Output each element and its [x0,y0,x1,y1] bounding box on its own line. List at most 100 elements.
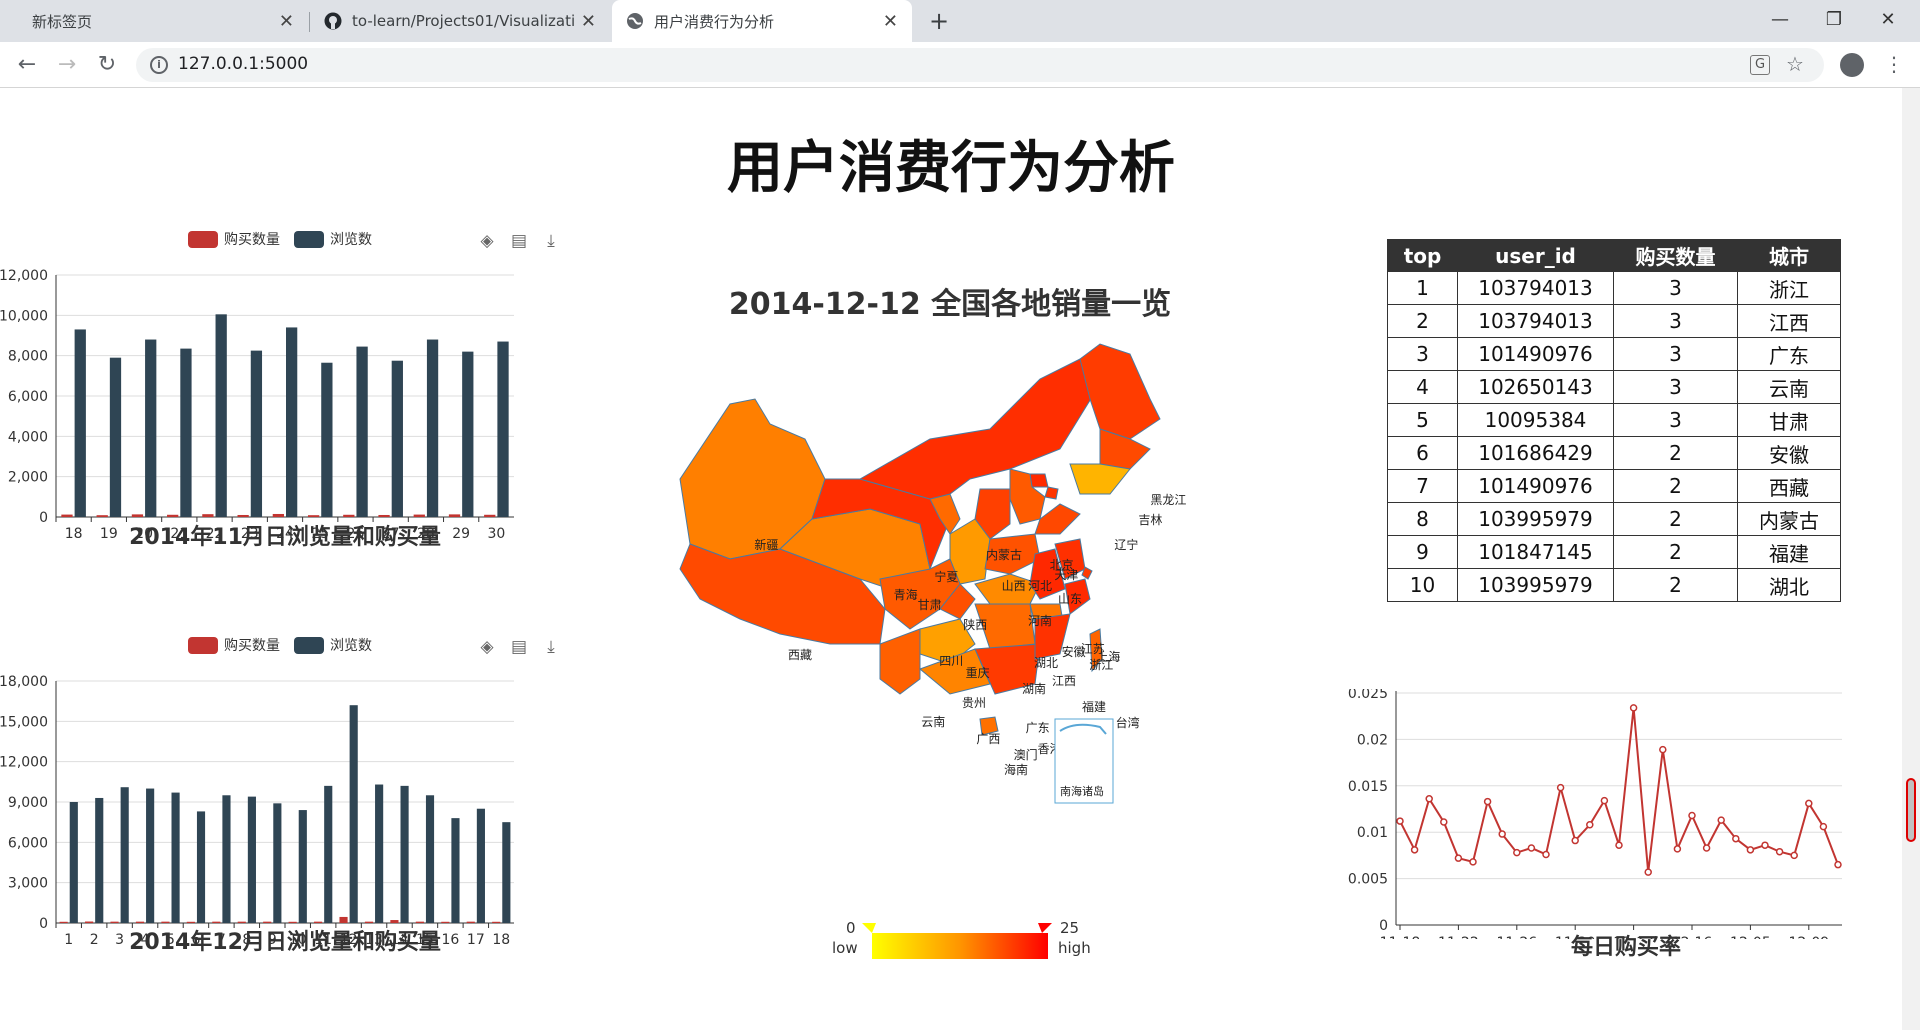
province-label: 河南 [1028,613,1052,628]
info-icon[interactable]: i [150,56,168,74]
page-scrollbar[interactable] [1902,88,1920,1030]
menu-kebab-icon[interactable]: ⋮ [1884,52,1904,76]
bar-view [321,362,333,517]
tab-active[interactable]: 用户消费行为分析 ✕ [612,0,912,42]
visualmap-handle-low[interactable] [862,923,876,933]
data-view-icon[interactable]: ▤ [509,637,529,657]
bar-view [451,818,460,923]
table-cell: 浙江 [1737,271,1841,305]
purchase-rate-line-panel: 00.0050.010.0150.020.02511-1811-2211-261… [1320,689,1860,1019]
bar-buy [314,921,323,923]
data-point [1805,799,1813,808]
data-point [1498,830,1506,838]
bar-buy [413,514,425,517]
province-label: 广东 [1026,721,1050,735]
close-icon[interactable]: ✕ [581,11,596,32]
reload-icon[interactable]: ↻ [92,50,122,80]
province-label: 吉林 [1138,513,1162,527]
bar-buy [339,916,348,923]
legend-item-buy[interactable]: 购买数量 [188,635,280,655]
y-tick-label: 8,000 [8,349,48,365]
bar-buy [307,515,320,517]
province-label: 山东 [1058,592,1082,606]
legend-swatch-buy [188,636,218,654]
table-cell: 7 [1387,469,1458,503]
scrollbar-thumb[interactable] [1906,778,1916,842]
visualmap-handle-high[interactable] [1038,923,1052,933]
tab-new-tab[interactable]: 新标签页 ✕ [8,0,308,42]
province-region [858,358,1101,500]
data-point [1454,854,1463,862]
table-row: 5 10095384 3 甘肃 [1387,403,1841,437]
visualmap-min: 0 [846,919,856,937]
legend-swatch-buy [188,230,218,248]
bar-buy [390,920,399,923]
stack-icon[interactable]: ◈ [477,637,497,657]
chart-title: 2014年11月日浏览量和购买量 [129,525,441,550]
bar-buy [186,921,195,923]
chart-title: 每日购买率 [1570,935,1681,960]
bar-buy [237,921,246,923]
table-cell: 2 [1613,502,1738,536]
table-cell: 2 [1613,568,1738,602]
y-tick-label: 0.025 [1348,689,1388,702]
chart-toolbox: ◈ ▤ ⤓ [477,637,561,657]
province-region [1044,486,1059,500]
province-label: 青海 [894,587,918,602]
column-header-city: 城市 [1737,239,1841,272]
inset-label: 南海诸岛 [1060,784,1104,798]
bar-view [120,787,129,923]
data-point [1688,811,1696,820]
data-point [1732,834,1740,843]
data-point [1790,851,1798,860]
maximize-icon[interactable]: ❐ [1806,0,1862,42]
y-tick-label: 2,000 [8,470,48,486]
translate-icon[interactable]: G [1750,55,1770,75]
page-content: 用户消费行为分析 购买数量 浏览数 ◈ ▤ ⤓ 0 2,000 4,000 6,000… [0,89,1902,1030]
top-users-table: top user_id 购买数量 城市 1 103794013 3 浙江 2 103794… [1387,239,1841,602]
province-label: 内蒙古 [986,547,1022,562]
bar-buy [272,513,284,517]
y-tick-label: 0 [1379,918,1388,934]
province-region [1029,473,1049,488]
province-label: 福建 [1082,699,1106,714]
forward-icon[interactable]: → [52,50,82,80]
minimize-icon[interactable]: — [1752,0,1808,42]
table-cell: 广东 [1737,337,1841,371]
download-icon[interactable]: ⤓ [541,231,561,251]
legend-item-buy[interactable]: 购买数量 [188,229,280,249]
bar-buy [167,514,179,517]
back-icon[interactable]: ← [12,50,42,80]
legend-item-view[interactable]: 浏览数 [294,635,372,655]
close-icon[interactable]: ✕ [883,11,898,32]
column-header-top: top [1387,239,1458,272]
close-window-icon[interactable]: ✕ [1860,0,1916,42]
y-tick-label: 0 [39,916,48,932]
new-tab-button[interactable]: + [924,6,954,36]
profile-avatar-icon[interactable] [1840,53,1864,77]
chart-legend: 购买数量 浏览数 [188,635,386,655]
legend-item-view[interactable]: 浏览数 [294,229,372,249]
tab-github[interactable]: to-learn/Projects01/Visualizati ✕ [310,0,610,42]
south-sea-inset: 南海诸岛 [1054,718,1114,804]
close-icon[interactable]: ✕ [279,11,294,32]
stack-icon[interactable]: ◈ [477,231,497,251]
province-label: 天津 [1054,568,1078,582]
data-point [1396,817,1404,825]
download-icon[interactable]: ⤓ [541,637,561,657]
map-title: 2014-12-12 全国各地销量一览 [728,287,1172,322]
address-bar[interactable]: i 127.0.0.1:5000 G ☆ [136,48,1824,82]
visualmap-gradient[interactable] [872,933,1048,959]
url-text[interactable]: 127.0.0.1:5000 [178,54,308,74]
data-point [1527,844,1536,852]
bar-view [180,348,192,517]
chart-title: 2014年12月日浏览量和购买量 [129,930,441,955]
bar-buy [263,921,272,923]
bar-view [426,339,439,517]
bar-buy [378,514,390,517]
province-label: 西藏 [788,648,812,662]
table-cell: 102650143 [1457,370,1614,404]
visualmap-low: low [832,939,858,957]
bookmark-star-icon[interactable]: ☆ [1786,52,1804,76]
data-view-icon[interactable]: ▤ [509,231,529,251]
